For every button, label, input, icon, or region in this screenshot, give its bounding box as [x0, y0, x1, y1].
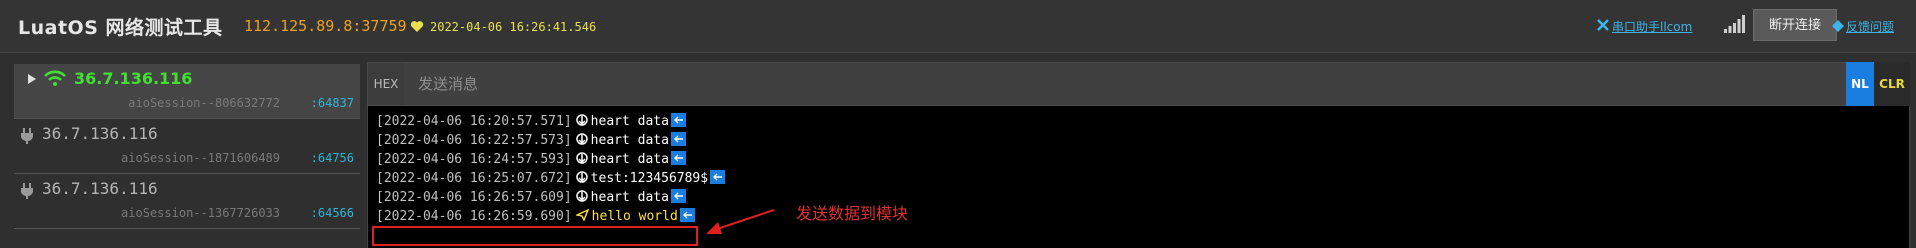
plug-icon [21, 183, 33, 199]
arrow-icon [706, 209, 775, 234]
plug-icon [21, 128, 33, 144]
wifi-icon [44, 70, 66, 86]
receive-icon [575, 133, 588, 145]
log-message: heart data [590, 133, 669, 148]
serial-assistant-link[interactable]: 串口助手llcom [1612, 18, 1692, 35]
newline-icon [679, 208, 695, 222]
header-timestamp: 2022-04-06 16:26:41.546 [430, 20, 597, 34]
session-id: aioSession--1871606489 [121, 151, 280, 165]
disconnect-button[interactable]: 断开连接 [1753, 9, 1837, 41]
log-timestamp: [2022-04-06 16:24:57.593] [376, 152, 572, 167]
highlight-box [372, 226, 698, 246]
receive-icon [575, 114, 588, 126]
log-timestamp: [2022-04-06 16:25:07.672] [376, 171, 572, 186]
feedback-link[interactable]: 反馈问题 [1846, 18, 1894, 35]
receive-icon [575, 152, 588, 164]
log-timestamp: [2022-04-06 16:26:59.690] [376, 209, 572, 224]
newline-toggle-button[interactable]: NL [1846, 62, 1874, 106]
hex-toggle-button[interactable]: HEX [368, 63, 404, 105]
log-entry: [2022-04-06 16:26:59.690] hello world [376, 207, 695, 227]
header-bar: LuatOS 网络测试工具 112.125.89.8:37759 2022-04… [0, 0, 1916, 53]
log-message: hello world [591, 209, 678, 224]
log-message: heart data [590, 152, 669, 167]
receive-icon [575, 190, 588, 202]
newline-icon [710, 170, 726, 184]
session-item[interactable]: 36.7.136.116 aioSession--1367726033 :645… [14, 174, 360, 229]
log-entry: [2022-04-06 16:26:57.609] heart data [376, 188, 686, 208]
clear-log-button[interactable]: CLR [1874, 62, 1910, 106]
app-title: LuatOS 网络测试工具 [18, 17, 223, 39]
log-entry: [2022-04-06 16:22:57.573] heart data [376, 131, 686, 151]
log-message: heart data [590, 190, 669, 205]
newline-icon [670, 113, 686, 127]
log-timestamp: [2022-04-06 16:26:57.609] [376, 190, 572, 205]
server-address: 112.125.89.8:37759 [244, 17, 407, 35]
session-port: :64837 [310, 96, 354, 110]
session-list: 36.7.136.116 aioSession--806632772 :6483… [14, 64, 360, 232]
session-ip: 36.7.136.116 [42, 124, 158, 143]
log-message: test:123456789$ [590, 171, 709, 186]
log-message: heart data [590, 114, 669, 129]
receive-icon [575, 171, 588, 183]
newline-icon [670, 189, 686, 203]
log-entry: [2022-04-06 16:24:57.593] heart data [376, 150, 686, 170]
session-id: aioSession--806632772 [128, 96, 280, 110]
session-item[interactable]: 36.7.136.116 aioSession--1871606489 :647… [14, 119, 360, 174]
newline-icon [670, 151, 686, 165]
session-id: aioSession--1367726033 [121, 206, 280, 220]
send-message-input[interactable] [404, 63, 1854, 105]
session-port: :64566 [310, 206, 354, 220]
session-item[interactable]: 36.7.136.116 aioSession--806632772 :6483… [14, 64, 360, 119]
session-ip: 36.7.136.116 [74, 69, 193, 88]
log-timestamp: [2022-04-06 16:22:57.573] [376, 133, 572, 148]
annotation-text: 发送数据到模块 [796, 204, 909, 223]
session-ip: 36.7.136.116 [42, 179, 158, 198]
session-port: :64756 [310, 151, 354, 165]
send-icon [575, 209, 589, 221]
send-bar: HEX NL CLR [367, 62, 1910, 106]
log-entry: [2022-04-06 16:25:07.672] test:123456789$ [376, 169, 726, 189]
log-timestamp: [2022-04-06 16:20:57.571] [376, 114, 572, 129]
caret-right-icon [28, 74, 36, 84]
newline-icon [670, 132, 686, 146]
signal-icon [1724, 15, 1745, 33]
tools-icon [1597, 19, 1609, 31]
log-entry: [2022-04-06 16:20:57.571] heart data [376, 112, 686, 132]
feedback-icon [1832, 20, 1844, 32]
app-window: LuatOS 网络测试工具 112.125.89.8:37759 2022-04… [0, 0, 1916, 248]
heart-icon [410, 21, 424, 32]
